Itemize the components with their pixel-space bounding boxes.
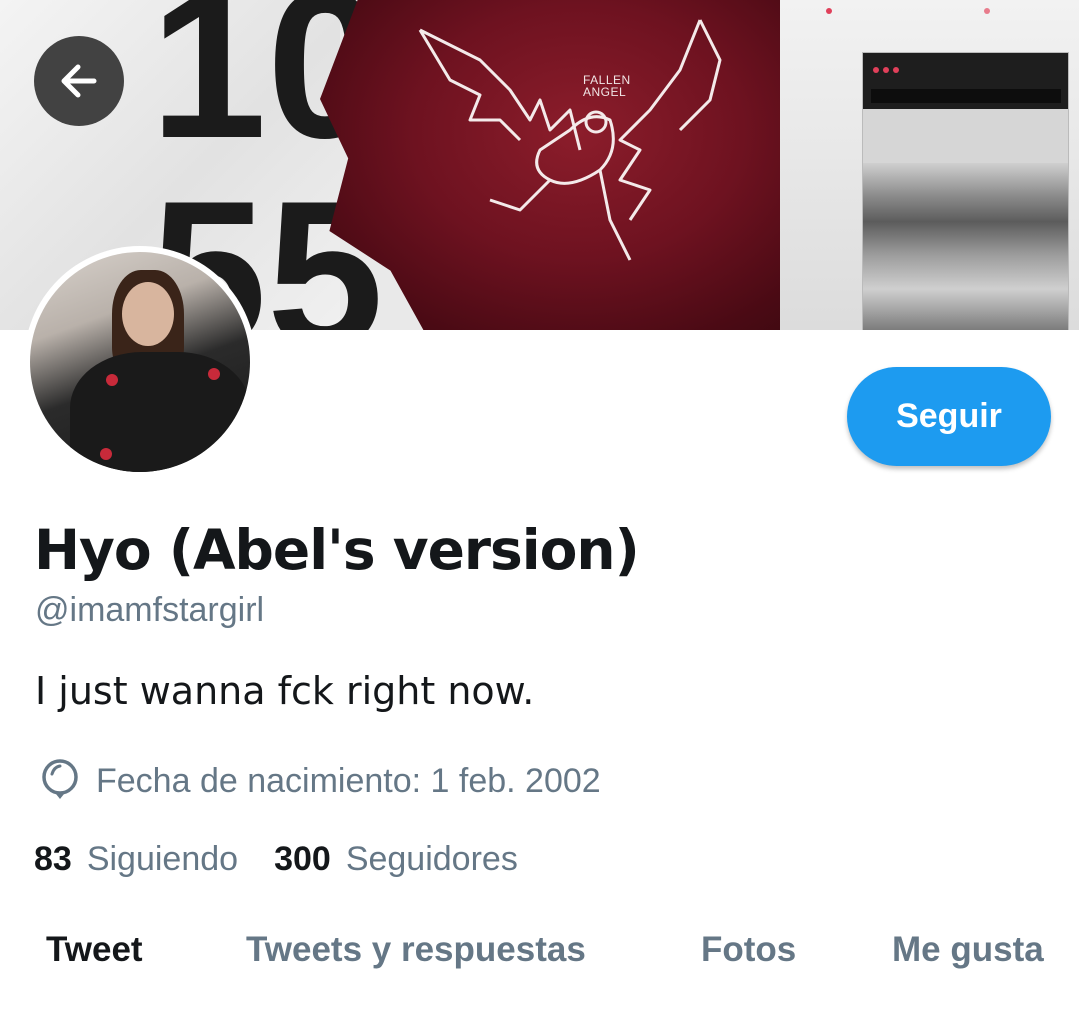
banner-browser-bar — [863, 53, 1068, 109]
avatar-heart-2 — [208, 368, 220, 380]
avatar-heart-1 — [106, 374, 118, 386]
banner-collage-red — [320, 0, 790, 330]
banner-tab-dot — [826, 8, 832, 14]
avatar-jacket — [70, 352, 250, 472]
banner-window-dot — [873, 67, 879, 73]
birthdate-text: Fecha de nacimiento: 1 feb. 2002 — [96, 761, 601, 800]
avatar-photo — [30, 252, 250, 472]
banner-tab-dot-2 — [984, 8, 990, 14]
banner-sea-photo — [863, 163, 1068, 330]
profile-tabs: Tweet Tweets y respuestas Fotos Me gusta — [0, 930, 1079, 990]
banner-browser-window — [862, 52, 1069, 330]
tab-photos[interactable]: Fotos — [701, 930, 796, 970]
avatar-face — [122, 282, 174, 346]
tab-tweets-and-replies[interactable]: Tweets y respuestas — [246, 930, 586, 970]
tab-tweet[interactable]: Tweet — [46, 930, 143, 970]
display-name: Hyo (Abel's version) — [34, 518, 640, 582]
follow-stats: 83 Siguiendo 300 Seguidores — [34, 840, 554, 879]
banner-url-strip — [871, 89, 1061, 103]
arrow-left-icon — [61, 64, 97, 98]
banner-window-dot — [893, 67, 899, 73]
birthdate-row: Fecha de nacimiento: 1 feb. 2002 — [38, 758, 601, 804]
angel-illustration — [418, 19, 722, 261]
avatar-heart-3 — [100, 448, 112, 460]
balloon-icon — [42, 759, 78, 799]
following-count[interactable]: 83 — [34, 840, 72, 879]
banner-window-dot — [883, 67, 889, 73]
tab-likes[interactable]: Me gusta — [892, 930, 1044, 970]
profile-bio: I just wanna fck right now. — [35, 669, 535, 713]
following-label[interactable]: Siguiendo — [87, 840, 238, 879]
follow-button[interactable]: Seguir — [847, 367, 1051, 466]
user-handle: @imamfstargirl — [35, 591, 265, 629]
back-button[interactable] — [34, 36, 124, 126]
followers-label[interactable]: Seguidores — [346, 840, 518, 879]
followers-count[interactable]: 300 — [274, 840, 331, 879]
banner-caption: FALLEN ANGEL — [583, 73, 631, 99]
avatar[interactable] — [24, 246, 256, 478]
